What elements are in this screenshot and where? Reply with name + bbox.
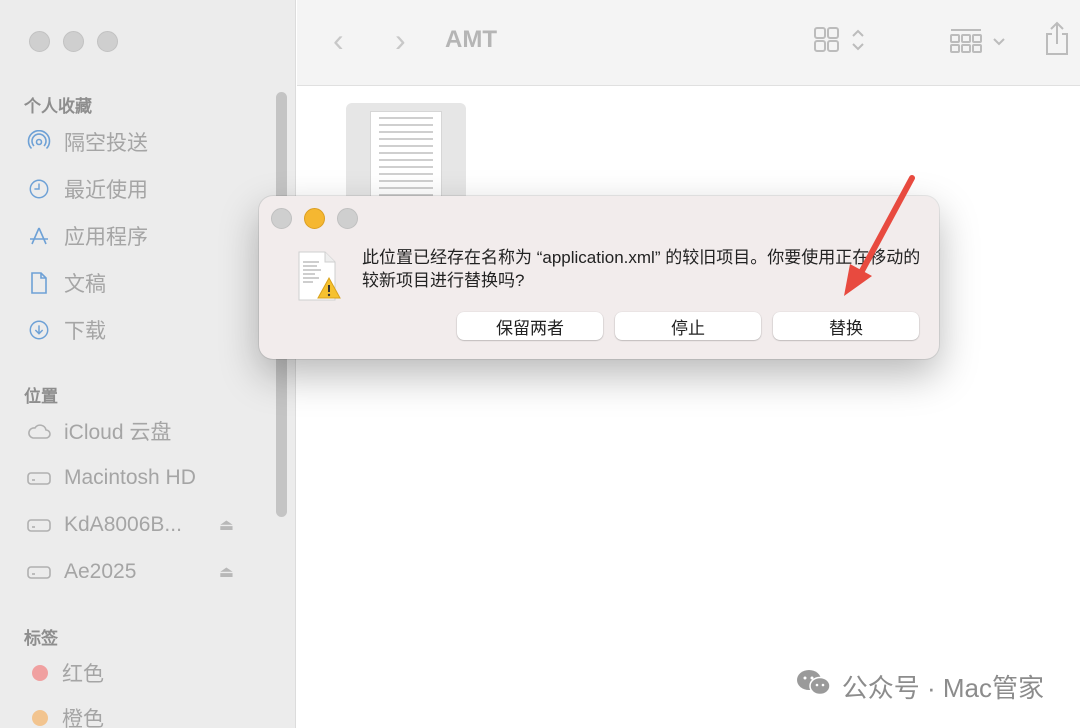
wechat-icon (796, 668, 832, 705)
toolbar: ‹ › AMT (297, 0, 1080, 86)
sidebar-item-airdrop[interactable]: 隔空投送 (24, 124, 264, 160)
xml-file-icon (370, 111, 442, 203)
sidebar: 个人收藏 隔空投送 最近使用 应用程序 文稿 下载 位置 iCloud 云盘 M… (0, 0, 296, 728)
sidebar-item-ae2025[interactable]: Ae2025 ⏏ (24, 554, 264, 590)
disk-icon (24, 465, 54, 491)
annotation-arrow (844, 175, 915, 296)
back-button[interactable]: ‹ (333, 22, 344, 59)
cloud-icon (24, 418, 54, 444)
download-icon (24, 317, 54, 343)
sidebar-item-label: 隔空投送 (64, 132, 148, 155)
replace-button[interactable]: 替换 (773, 312, 919, 340)
sidebar-item-label: 红色 (62, 663, 104, 686)
grid-view-icon[interactable] (813, 24, 871, 63)
minimize-window-button[interactable] (63, 31, 84, 52)
sidebar-item-label: Ae2025 (64, 560, 137, 583)
sidebar-item-label: 下载 (64, 320, 106, 343)
warning-document-icon (297, 250, 341, 302)
disk-icon (24, 559, 54, 585)
close-window-button[interactable] (29, 31, 50, 52)
window-title: AMT (445, 26, 497, 53)
dialog-minimize-button[interactable] (304, 208, 325, 229)
applications-icon (24, 223, 54, 249)
stop-button[interactable]: 停止 (615, 312, 761, 340)
eject-icon[interactable]: ⏏ (219, 562, 234, 582)
sidebar-item-recents[interactable]: 最近使用 (24, 171, 264, 207)
file-item-application-xml[interactable] (346, 103, 466, 203)
red-tag-icon (32, 665, 48, 681)
sidebar-item-kda8006b[interactable]: KdA8006B... ⏏ (24, 507, 264, 543)
document-icon (24, 270, 54, 296)
clock-icon (24, 176, 54, 202)
sidebar-item-applications[interactable]: 应用程序 (24, 218, 264, 254)
sidebar-item-label: 最近使用 (64, 179, 148, 202)
zoom-window-button[interactable] (97, 31, 118, 52)
locations-section-title: 位置 (24, 387, 58, 406)
window-controls (29, 31, 118, 52)
sidebar-item-label: Macintosh HD (64, 466, 196, 489)
tags-section-title: 标签 (24, 629, 58, 648)
airdrop-icon (24, 129, 54, 155)
share-icon[interactable] (1043, 20, 1071, 63)
dialog-close-button[interactable] (271, 208, 292, 229)
sidebar-item-macintosh-hd[interactable]: Macintosh HD (24, 460, 264, 496)
sidebar-item-tag-red[interactable]: 红色 (24, 655, 264, 691)
sidebar-item-label: 应用程序 (64, 226, 148, 249)
favorites-section-title: 个人收藏 (24, 97, 92, 116)
watermark: 公众号 · Mac管家 (796, 668, 1044, 705)
sidebar-item-label: 文稿 (64, 273, 106, 296)
watermark-text: 公众号 · Mac管家 (841, 673, 1044, 703)
forward-button[interactable]: › (395, 22, 406, 59)
dialog-window-controls (271, 208, 358, 229)
sidebar-item-documents[interactable]: 文稿 (24, 265, 264, 301)
eject-icon[interactable]: ⏏ (219, 515, 234, 535)
sidebar-item-label: 橙色 (62, 708, 104, 728)
sidebar-item-label: KdA8006B... (64, 513, 182, 536)
sidebar-item-label: iCloud 云盘 (64, 421, 172, 444)
dialog-zoom-button[interactable] (337, 208, 358, 229)
sidebar-item-tag-orange[interactable]: 橙色 (24, 700, 264, 728)
sidebar-item-icloud[interactable]: iCloud 云盘 (24, 413, 264, 449)
keep-both-button[interactable]: 保留两者 (457, 312, 603, 340)
group-view-icon[interactable] (949, 24, 1011, 63)
orange-tag-icon (32, 710, 48, 726)
sidebar-item-downloads[interactable]: 下载 (24, 312, 264, 348)
disk-icon (24, 512, 54, 538)
